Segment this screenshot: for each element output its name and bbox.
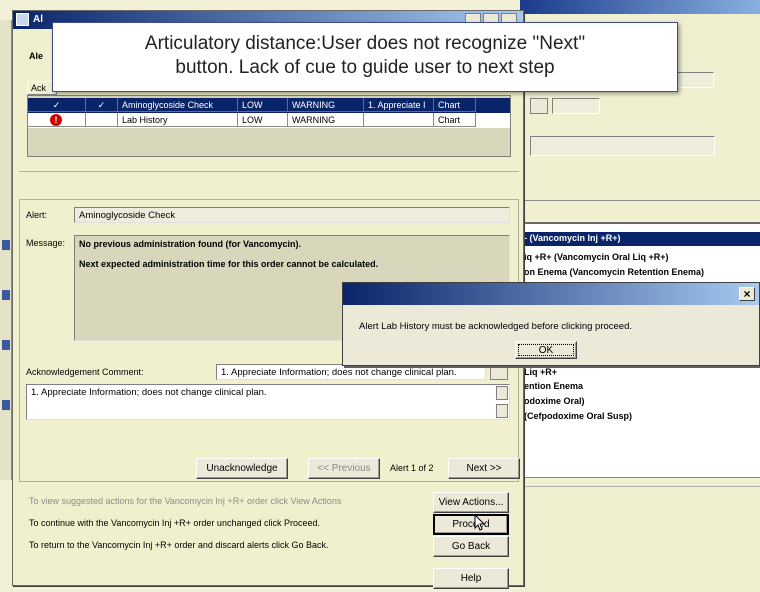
table-row[interactable]: ✓ ✓ Aminoglycoside Check LOW WARNING 1. …: [28, 98, 510, 113]
message-box: × Alert Lab History must be acknowledged…: [342, 282, 760, 366]
proceed-button[interactable]: Proceed: [433, 514, 509, 535]
background-left-marker: [2, 340, 10, 350]
message-label: Message:: [26, 238, 66, 248]
row-level: LOW: [238, 98, 288, 112]
list-item-label: - (Vancomycin Inj +R+): [524, 233, 621, 243]
ack-comment-textarea[interactable]: 1. Appreciate Information; does not chan…: [26, 384, 510, 420]
background-left-marker: [2, 290, 10, 300]
list-item[interactable]: odoxime Oral): [524, 396, 585, 406]
ack-tab-label: Ack: [31, 83, 47, 93]
scroll-up-icon[interactable]: [496, 386, 508, 400]
background-dropdown[interactable]: [530, 98, 548, 114]
list-item[interactable]: ention Enema: [524, 381, 583, 391]
background-title-bar: [520, 0, 760, 14]
alert-exclamation-icon: !: [50, 114, 62, 126]
alert-counter: Alert 1 of 2: [390, 463, 434, 473]
list-item-selected[interactable]: - (Vancomycin Inj +R+): [520, 232, 760, 246]
mouse-cursor-icon: [474, 514, 486, 531]
message-box-text: Alert Lab History must be acknowledged b…: [359, 321, 633, 332]
annotation-callout: Articulatory distance:User does not reco…: [52, 22, 678, 92]
row-alert-name: Lab History: [118, 113, 238, 127]
row-check-icon: ✓: [28, 98, 86, 112]
background-bottom-panel: [520, 477, 760, 592]
background-field-2: [552, 98, 600, 114]
background-field-1: [672, 72, 714, 88]
alert-tab[interactable]: Ale: [29, 51, 43, 61]
table-row[interactable]: ! Lab History LOW WARNING Chart: [28, 113, 510, 128]
next-button[interactable]: Next >>: [448, 458, 520, 479]
previous-button[interactable]: << Previous: [308, 458, 380, 479]
background-field-3: [530, 136, 715, 156]
chevron-down-icon[interactable]: [490, 364, 508, 380]
alert-dialog-title: Al: [33, 14, 43, 25]
row-check-icon: [86, 113, 118, 127]
footer-hint-proceed: To continue with the Vancomycin Inj +R+ …: [29, 518, 320, 528]
background-divider: [520, 200, 760, 201]
close-icon: ×: [743, 287, 751, 301]
background-left-marker: [2, 240, 10, 250]
list-item[interactable]: Liq +R+: [524, 367, 557, 377]
row-level: LOW: [238, 113, 288, 127]
background-bottom-divider: [520, 486, 760, 487]
row-alert-name: Aminoglycoside Check: [118, 98, 238, 112]
alert-name-field: Aminoglycoside Check: [74, 207, 510, 223]
ok-button[interactable]: OK: [515, 341, 577, 359]
row-comment: [364, 113, 434, 127]
list-item[interactable]: on Enema (Vancomycin Retention Enema): [524, 267, 704, 277]
row-chart-link[interactable]: Chart: [434, 98, 476, 112]
message-box-title-bar: [343, 283, 759, 305]
message-box-close-button[interactable]: ×: [739, 287, 755, 301]
footer-hint-go-back: To return to the Vancomycin Inj +R+ orde…: [29, 540, 329, 550]
section-divider: [19, 171, 519, 197]
row-chart-link[interactable]: Chart: [434, 113, 476, 127]
row-alert-icon: !: [28, 113, 86, 127]
unacknowledge-button[interactable]: Unacknowledge: [196, 458, 288, 479]
callout-line-2: button. Lack of cue to guide user to nex…: [175, 57, 555, 78]
scroll-down-icon[interactable]: [496, 404, 508, 418]
app-icon: [16, 13, 29, 26]
view-actions-button[interactable]: View Actions...: [433, 492, 509, 513]
help-button[interactable]: Help: [433, 568, 509, 589]
ack-comment-text: 1. Appreciate Information; does not chan…: [31, 387, 267, 398]
background-left-toolbar: [0, 20, 12, 480]
go-back-button[interactable]: Go Back: [433, 536, 509, 557]
footer-hint-view-actions: To view suggested actions for the Vancom…: [29, 496, 342, 506]
ack-comment-select[interactable]: 1. Appreciate Information; does not chan…: [216, 364, 486, 380]
ack-comment-select-value: 1. Appreciate Information; does not chan…: [221, 367, 457, 378]
alert-grid: ✓ ✓ Aminoglycoside Check LOW WARNING 1. …: [27, 95, 511, 157]
ack-comment-label: Acknowledgement Comment:: [26, 367, 144, 377]
alert-footer: To view suggested actions for the Vancom…: [19, 481, 519, 589]
list-item[interactable]: iq +R+ (Vancomycin Oral Liq +R+): [524, 252, 669, 262]
message-line-2: Next expected administration time for th…: [79, 259, 379, 269]
alert-name-value: Aminoglycoside Check: [79, 210, 176, 221]
message-line-1: No previous administration found (for Va…: [79, 239, 302, 249]
list-item[interactable]: (Cefpodoxime Oral Susp): [524, 411, 632, 421]
row-type: WARNING: [288, 98, 364, 112]
background-left-marker: [2, 400, 10, 410]
row-comment: 1. Appreciate I: [364, 98, 434, 112]
alert-label: Alert:: [26, 210, 48, 220]
callout-line-1: Articulatory distance:User does not reco…: [144, 33, 586, 54]
row-type: WARNING: [288, 113, 364, 127]
row-check-icon: ✓: [86, 98, 118, 112]
